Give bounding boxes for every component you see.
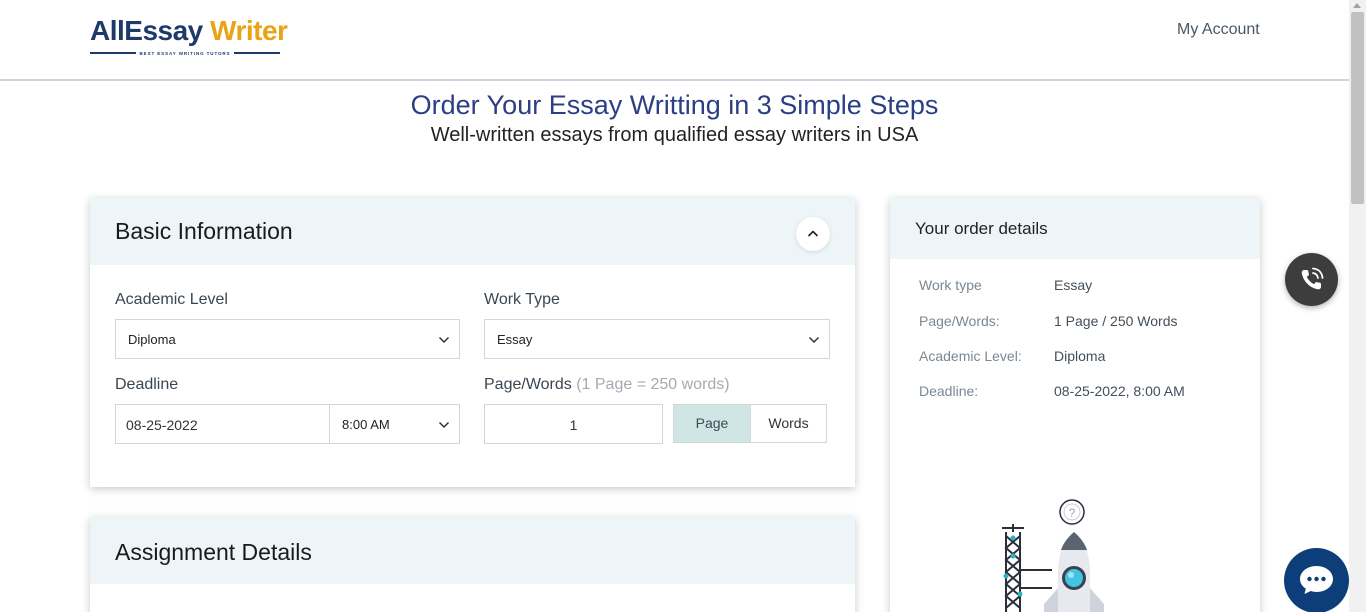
order-detail-value: 08-25-2022, 8:00 AM: [1054, 383, 1185, 399]
collapse-button[interactable]: [796, 217, 830, 251]
order-details-header: Your order details: [890, 198, 1260, 259]
page-count-input[interactable]: 1: [484, 404, 663, 444]
chat-button[interactable]: [1284, 548, 1349, 612]
order-details-card: Your order details Work type Essay Page/…: [890, 198, 1260, 612]
assignment-details-header[interactable]: Assignment Details: [90, 517, 855, 584]
work-type-value: Essay: [497, 332, 533, 347]
page-count-value: 1: [569, 417, 578, 433]
logo-text-all: All: [90, 15, 125, 46]
order-detail-key: Academic Level:: [919, 348, 1022, 364]
site-logo[interactable]: AllEssay Writer BEST ESSAY WRITING TUTOR…: [90, 15, 288, 58]
my-account-link[interactable]: My Account: [1177, 21, 1260, 39]
deadline-time-value: 8:00 AM: [342, 417, 390, 432]
work-type-label: Work Type: [484, 291, 560, 308]
logo-text-essay: Essay: [124, 15, 203, 46]
logo-rule-left: [90, 52, 136, 54]
logo-wordmark: AllEssay Writer: [90, 15, 288, 46]
page-words-label-text: Page/Words: [484, 376, 572, 393]
order-detail-value: Diploma: [1054, 348, 1106, 364]
order-detail-key: Deadline:: [919, 383, 979, 399]
basic-information-header[interactable]: Basic Information: [90, 198, 855, 265]
work-type-select[interactable]: Essay: [484, 319, 830, 359]
order-details-title: Your order details: [915, 219, 1048, 238]
order-detail-value: 1 Page / 250 Words: [1054, 313, 1178, 329]
deadline-date-value: 08-25-2022: [126, 417, 198, 433]
deadline-time-select[interactable]: 8:00 AM: [329, 404, 460, 444]
academic-level-value: Diploma: [128, 332, 176, 347]
logo-tagline: BEST ESSAY WRITING TUTORS: [139, 50, 231, 56]
call-button[interactable]: [1285, 253, 1338, 306]
academic-level-select[interactable]: Diploma: [115, 319, 460, 359]
basic-information-title: Basic Information: [115, 218, 293, 244]
order-detail-key: Page/Words:: [919, 313, 1000, 329]
scroll-up-arrow-icon[interactable]: [1353, 3, 1361, 8]
assignment-details-title: Assignment Details: [115, 539, 312, 565]
page-subtitle: Well-written essays from qualified essay…: [430, 124, 919, 146]
academic-level-label: Academic Level: [115, 291, 228, 308]
assignment-details-card: Assignment Details: [90, 517, 855, 612]
chevron-down-icon: [438, 336, 450, 344]
order-detail-value: Essay: [1054, 277, 1093, 293]
rocket-launch-illustration: ?: [1002, 499, 1104, 612]
scrollbar-thumb[interactable]: [1351, 12, 1364, 204]
chevron-down-icon: [438, 421, 450, 429]
page-title: Order Your Essay Writting in 3 Simple St…: [410, 90, 939, 120]
basic-information-card: Basic Information Academic Level Diploma…: [90, 198, 855, 487]
page: AllEssay Writer BEST ESSAY WRITING TUTOR…: [0, 0, 1366, 612]
words-toggle-button[interactable]: Words: [750, 404, 827, 443]
chevron-up-icon: [807, 230, 819, 237]
deadline-date-input[interactable]: 08-25-2022: [115, 404, 330, 444]
logo-tagline-row: BEST ESSAY WRITING TUTORS: [90, 49, 280, 57]
chevron-down-icon: [808, 336, 820, 344]
site-header: AllEssay Writer BEST ESSAY WRITING TUTOR…: [0, 0, 1349, 81]
page-words-label: Page/Words (1 Page = 250 words): [484, 376, 730, 394]
deadline-label: Deadline: [115, 376, 179, 393]
page-toggle-button[interactable]: Page: [673, 404, 751, 443]
svg-text:?: ?: [1069, 506, 1076, 520]
logo-rule-right: [234, 52, 280, 54]
order-detail-key: Work type: [919, 277, 982, 293]
page-words-hint: (1 Page = 250 words): [576, 376, 730, 393]
logo-text-writer: Writer: [210, 15, 288, 46]
chat-bubble-icon: [1300, 566, 1333, 594]
phone-icon: [1301, 267, 1324, 290]
